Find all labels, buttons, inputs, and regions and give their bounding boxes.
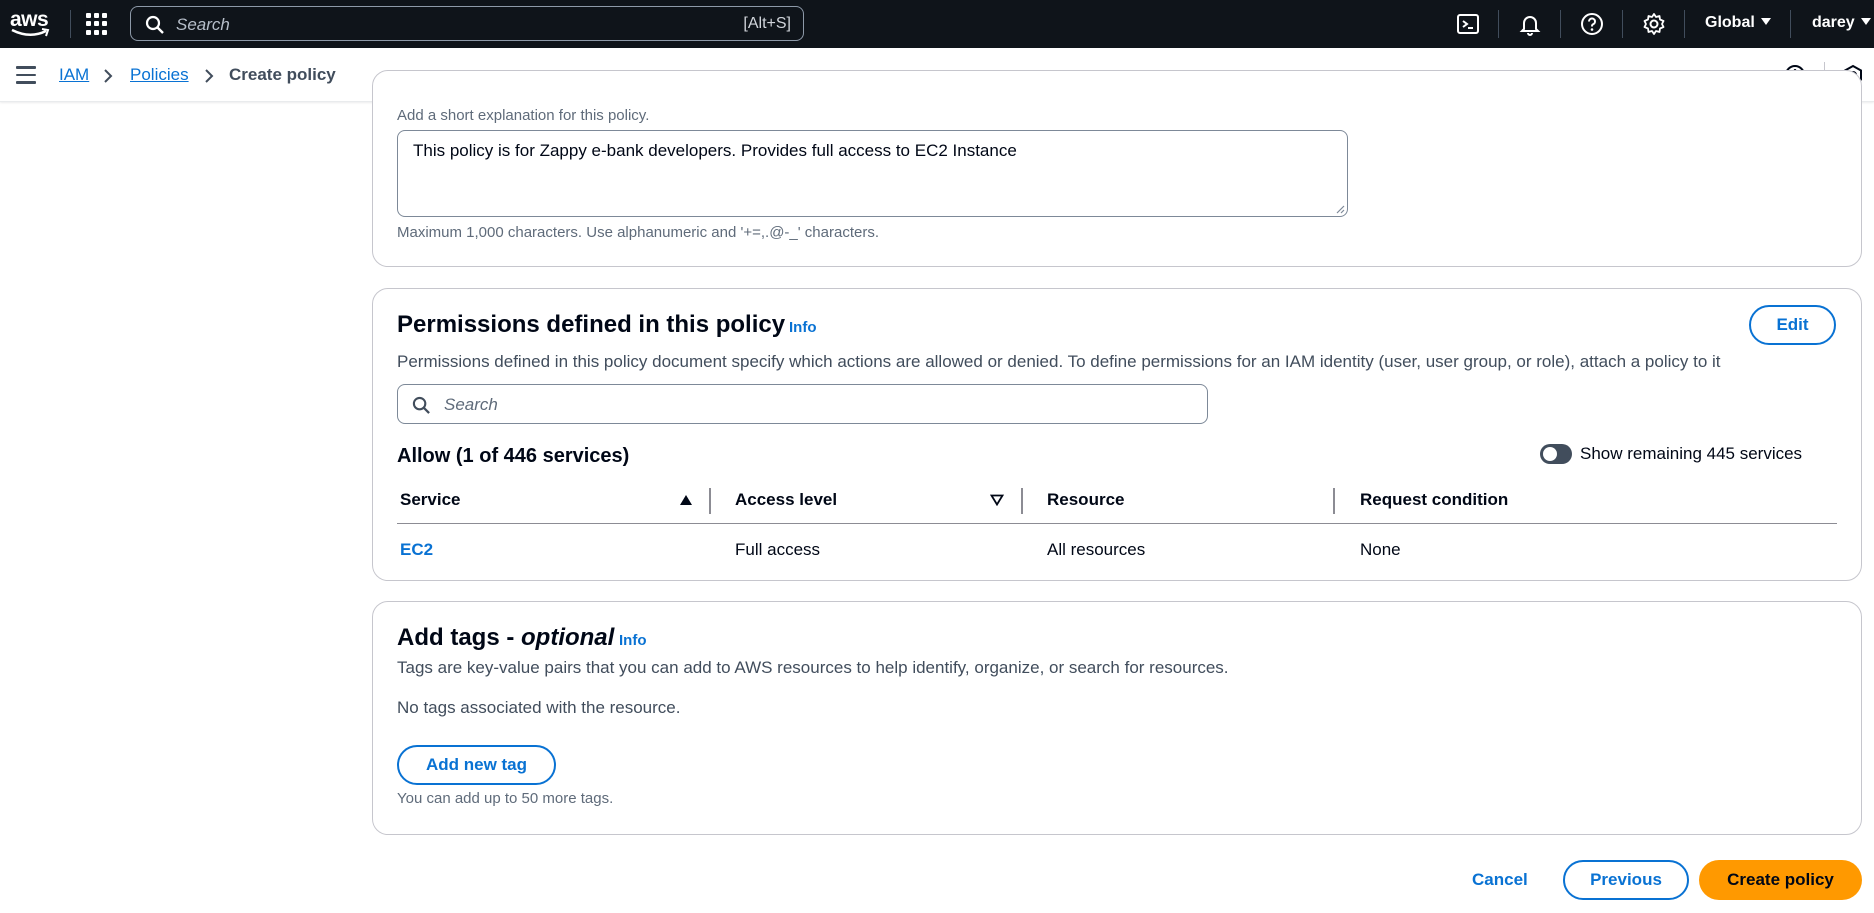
- nav-divider: [70, 10, 71, 38]
- account-menu[interactable]: darey: [1812, 14, 1871, 32]
- column-separator[interactable]: [1021, 488, 1023, 514]
- global-search-input[interactable]: Search [Alt+S]: [130, 6, 804, 41]
- toggle-knob: [1543, 447, 1557, 461]
- permissions-title: Permissions defined in this policy: [397, 311, 786, 338]
- search-icon: [145, 15, 164, 34]
- tags-description: Tags are key-value pairs that you can ad…: [397, 658, 1229, 677]
- description-value: This policy is for Zappy e-bank develope…: [413, 141, 1017, 160]
- permissions-search-input[interactable]: Search: [397, 384, 1208, 424]
- caret-down-icon: [1860, 18, 1871, 25]
- add-new-tag-button[interactable]: Add new tag: [397, 745, 556, 785]
- bell-icon[interactable]: [1518, 12, 1542, 36]
- tags-title-optional: optional: [521, 624, 615, 651]
- column-separator[interactable]: [1333, 488, 1335, 514]
- description-constraint: Maximum 1,000 characters. Use alphanumer…: [397, 224, 879, 241]
- resize-handle-icon[interactable]: [1335, 204, 1345, 214]
- access-level-cell: Full access: [735, 540, 821, 559]
- allow-services-title: Allow (1 of 446 services): [397, 445, 630, 467]
- tags-limit-text: You can add up to 50 more tags.: [397, 790, 614, 807]
- breadcrumb-iam[interactable]: IAM: [59, 65, 89, 85]
- chevron-right-icon: [104, 69, 113, 83]
- show-remaining-toggle[interactable]: [1540, 444, 1572, 464]
- column-header-resource: Resource: [1047, 490, 1125, 509]
- tags-title: Add tags - optional: [397, 624, 614, 652]
- request-condition-cell: None: [1360, 540, 1401, 559]
- nav-divider: [1622, 10, 1623, 38]
- permissions-info-link[interactable]: Info: [789, 319, 817, 336]
- sort-descending-icon[interactable]: [990, 494, 1004, 506]
- cloudshell-icon[interactable]: [1456, 12, 1480, 36]
- column-header-request-condition: Request condition: [1360, 490, 1509, 509]
- nav-divider: [1498, 10, 1499, 38]
- tags-empty-text: No tags associated with the resource.: [397, 698, 681, 717]
- sort-ascending-icon[interactable]: [679, 494, 693, 506]
- column-header-access-level[interactable]: Access level: [735, 490, 837, 510]
- search-icon: [412, 396, 430, 414]
- menu-icon[interactable]: [16, 66, 36, 84]
- add-new-tag-label: Add new tag: [425, 755, 528, 774]
- description-hint: Add a short explanation for this policy.: [397, 107, 650, 124]
- tags-title-text: Add tags -: [397, 624, 515, 651]
- previous-button-label: Previous: [1590, 870, 1662, 889]
- column-header-service[interactable]: Service: [400, 490, 461, 510]
- show-remaining-label: Show remaining 445 services: [1580, 444, 1803, 463]
- edit-button-label: Edit: [1776, 315, 1809, 334]
- aws-logo[interactable]: aws: [8, 6, 52, 40]
- region-label: Global: [1705, 14, 1755, 31]
- nav-divider: [1790, 10, 1791, 38]
- description-textarea[interactable]: This policy is for Zappy e-bank develope…: [397, 130, 1348, 217]
- breadcrumb-policies[interactable]: Policies: [130, 65, 189, 85]
- permissions-description: Permissions defined in this policy docum…: [397, 352, 1721, 371]
- settings-icon[interactable]: [1642, 12, 1666, 36]
- user-name: darey: [1812, 14, 1855, 31]
- create-policy-button[interactable]: Create policy: [1699, 860, 1862, 900]
- search-shortcut: [Alt+S]: [743, 15, 791, 32]
- caret-down-icon: [1760, 18, 1771, 25]
- chevron-right-icon: [205, 69, 214, 83]
- nav-divider: [1560, 10, 1561, 38]
- table-header-divider: [397, 523, 1837, 524]
- search-placeholder: Search: [176, 15, 230, 34]
- cancel-button[interactable]: Cancel: [1472, 870, 1528, 890]
- help-icon[interactable]: [1580, 12, 1604, 36]
- top-navigation: aws Search [Alt+S] Global darey: [0, 0, 1874, 48]
- nav-divider: [1684, 10, 1685, 38]
- tags-info-link[interactable]: Info: [619, 632, 647, 649]
- permissions-search-placeholder: Search: [444, 395, 498, 414]
- breadcrumb-current: Create policy: [229, 65, 336, 84]
- region-selector[interactable]: Global: [1705, 14, 1771, 32]
- create-policy-label: Create policy: [1727, 870, 1834, 889]
- column-separator[interactable]: [709, 488, 711, 514]
- edit-button[interactable]: Edit: [1749, 305, 1836, 345]
- resource-cell: All resources: [1047, 540, 1146, 559]
- services-grid-icon[interactable]: [86, 13, 108, 35]
- service-link-ec2[interactable]: EC2: [400, 540, 433, 560]
- previous-button[interactable]: Previous: [1563, 860, 1689, 900]
